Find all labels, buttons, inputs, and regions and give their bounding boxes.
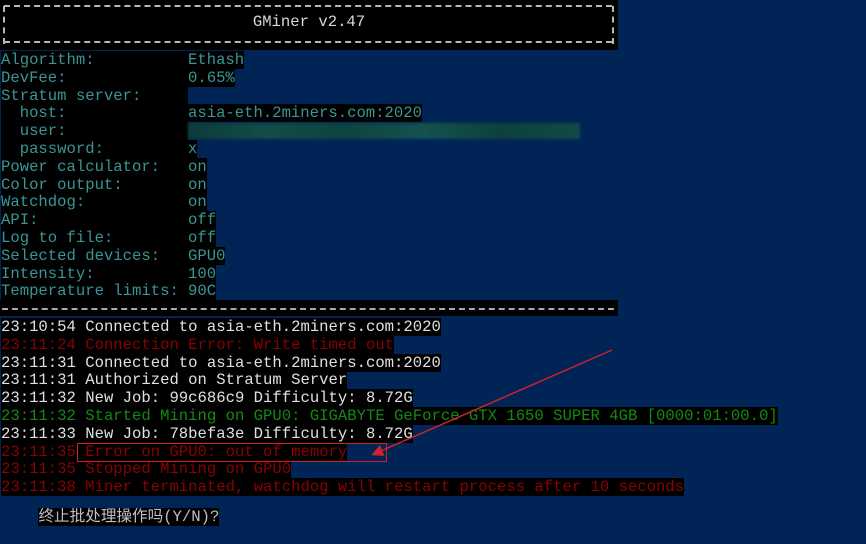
prompt-text: 终止批处理操作吗(Y/N)? <box>38 508 220 526</box>
terminal-window[interactable]: GMiner v2.47 Algorithm: Ethash DevFee: 0.65… <box>0 0 866 526</box>
annotation-arrow-line <box>371 349 613 456</box>
annotation-arrow-icon <box>371 349 613 456</box>
